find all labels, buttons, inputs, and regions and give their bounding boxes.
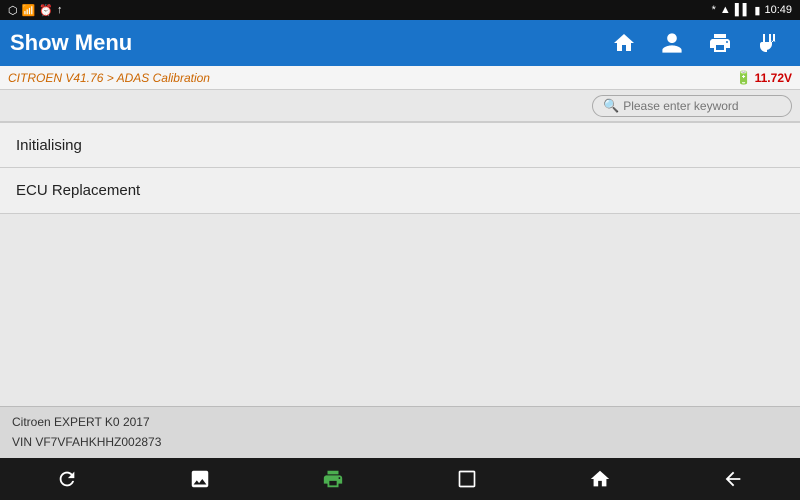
home-nav-icon <box>589 468 611 490</box>
menu-item-label: Initialising <box>16 137 82 154</box>
bluetooth-icon: * <box>712 4 716 16</box>
person-button[interactable] <box>650 25 694 61</box>
header: Show Menu <box>0 20 800 66</box>
plug-icon <box>756 31 780 55</box>
time-display: 10:49 <box>764 4 792 16</box>
back-icon <box>722 468 744 490</box>
page-title: Show Menu <box>10 30 132 56</box>
status-bar: ⬡ 📶 ⏰ ↑ * ▲ ▌▌ ▮ 10:49 <box>0 0 800 20</box>
search-wrapper[interactable]: 🔍 <box>592 95 792 117</box>
voltage-badge: 🔋 11.72V <box>735 70 792 86</box>
search-icon: 🔍 <box>603 98 619 114</box>
home-nav-button[interactable] <box>575 461 625 497</box>
breadcrumb-bar: CITROEN V41.76 > ADAS Calibration 🔋 11.7… <box>0 66 800 90</box>
status-bar-right: * ▲ ▌▌ ▮ 10:49 <box>712 4 792 17</box>
image-icon <box>189 468 211 490</box>
battery-icon: ▮ <box>754 4 760 17</box>
square-icon <box>457 469 477 489</box>
wifi-icon: ▲ <box>720 4 731 16</box>
signal-icon: 📶 <box>22 4 36 17</box>
search-bar: 🔍 <box>0 90 800 122</box>
print-nav-icon <box>322 468 344 490</box>
square-nav-button[interactable] <box>442 461 492 497</box>
list-item[interactable]: Initialising <box>0 122 800 168</box>
gallery-nav-button[interactable] <box>175 461 225 497</box>
person-icon <box>660 31 684 55</box>
print-icon <box>708 31 732 55</box>
plug-button[interactable] <box>746 25 790 61</box>
footer-line2: VIN VF7VFAHKHHZ002873 <box>12 433 788 452</box>
upload-icon: ↑ <box>57 4 63 16</box>
refresh-icon <box>56 468 78 490</box>
header-icon-group <box>602 25 790 61</box>
footer-line1: Citroen EXPERT K0 2017 <box>12 413 788 432</box>
signal-bars-icon: ▌▌ <box>735 4 751 16</box>
print-button[interactable] <box>698 25 742 61</box>
print-nav-button[interactable] <box>308 461 358 497</box>
status-bar-left: ⬡ 📶 ⏰ ↑ <box>8 4 63 17</box>
list-item[interactable]: ECU Replacement <box>0 168 800 214</box>
home-button[interactable] <box>602 25 646 61</box>
nav-bar <box>0 458 800 500</box>
clock-icon: ⏰ <box>39 4 53 17</box>
main-content: Initialising ECU Replacement <box>0 122 800 406</box>
footer-info: Citroen EXPERT K0 2017 VIN VF7VFAHKHHZ00… <box>0 406 800 458</box>
battery-warning-icon: 🔋 <box>735 70 751 86</box>
refresh-nav-button[interactable] <box>42 461 92 497</box>
voltage-value: 11.72V <box>755 71 792 85</box>
home-icon <box>612 31 636 55</box>
breadcrumb: CITROEN V41.76 > ADAS Calibration <box>8 71 210 85</box>
android-icon: ⬡ <box>8 4 18 17</box>
back-nav-button[interactable] <box>708 461 758 497</box>
menu-item-label: ECU Replacement <box>16 182 140 199</box>
search-input[interactable] <box>623 99 781 113</box>
